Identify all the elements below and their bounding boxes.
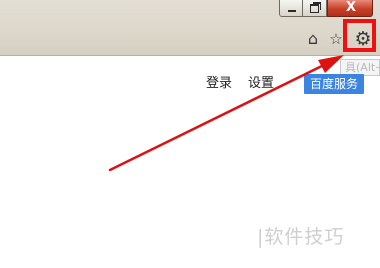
baidu-service-button[interactable]: 百度服务 (304, 74, 364, 94)
watermark: |软件技巧 (257, 226, 345, 248)
minimize-icon (288, 10, 296, 12)
browser-chrome: X ⌂ ☆ ⚙ (0, 0, 380, 56)
highlight-box (343, 19, 376, 52)
restore-icon-back (313, 2, 321, 10)
settings-link[interactable]: 设置 (248, 75, 274, 93)
close-button[interactable]: X (327, 0, 373, 17)
home-icon[interactable]: ⌂ (304, 30, 322, 48)
maximize-button[interactable] (303, 0, 327, 17)
login-link[interactable]: 登录 (206, 75, 232, 93)
close-icon: X (345, 0, 357, 15)
minimize-button[interactable] (279, 0, 303, 17)
